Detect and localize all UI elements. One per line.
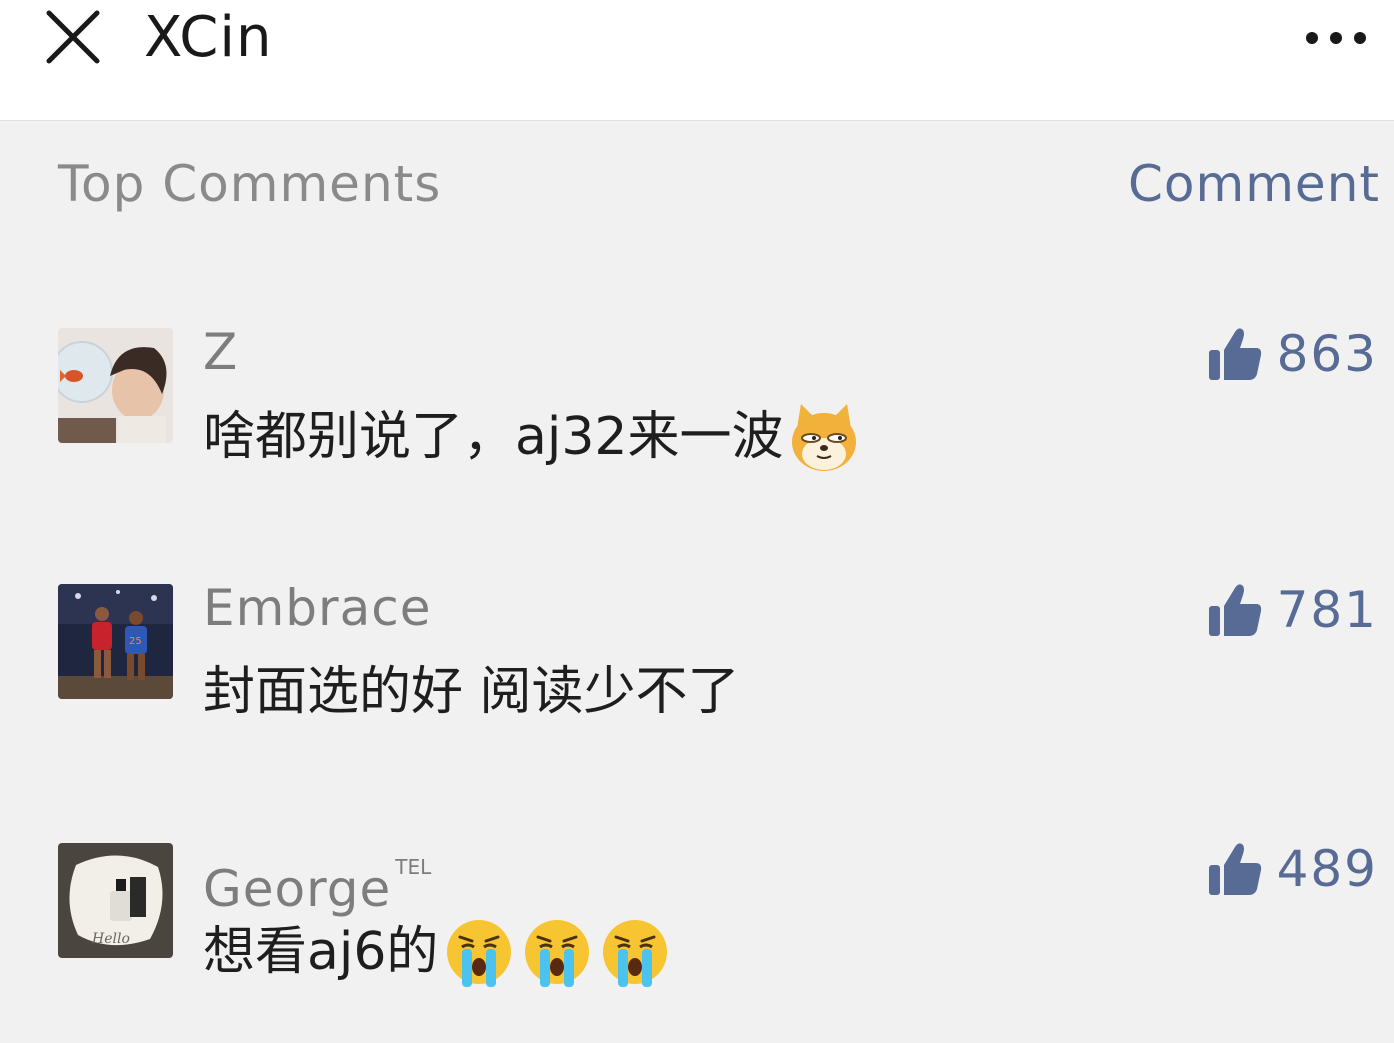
comment-text-body: 封面选的好 阅读少不了 — [203, 662, 740, 722]
nickname-badge: TEL — [395, 855, 432, 879]
avatar[interactable] — [58, 328, 173, 443]
like-button[interactable]: 489 — [1207, 837, 1378, 901]
more-options-button[interactable] — [1296, 18, 1376, 58]
like-count: 489 — [1276, 840, 1378, 898]
write-comment-link[interactable]: Comment — [1128, 152, 1380, 216]
more-dot — [1330, 32, 1342, 44]
doge-emoji — [787, 400, 861, 474]
crying-face-emoji — [520, 915, 594, 989]
comment-author[interactable]: Embrace — [203, 576, 431, 640]
page-title: XCin — [144, 5, 273, 70]
svg-text:Hello: Hello — [91, 931, 130, 947]
avatar[interactable]: 25 — [58, 584, 173, 699]
close-button[interactable] — [40, 4, 106, 70]
comment-item: Hello George TEL 想看aj6的 489 — [0, 840, 1394, 1043]
avatar-hello-album-cover: Hello — [58, 843, 173, 958]
svg-text:25: 25 — [129, 636, 142, 647]
more-dot — [1354, 32, 1366, 44]
top-bar: XCin — [0, 0, 1394, 121]
section-title: Top Comments — [58, 155, 442, 213]
crying-face-emoji — [598, 915, 672, 989]
thumbs-up-icon — [1207, 326, 1263, 382]
comment-author[interactable]: George TEL — [203, 835, 431, 921]
avatar[interactable]: Hello — [58, 843, 173, 958]
comment-item: 25 Embrace 封面选的好 阅读少不了 781 — [0, 579, 1394, 784]
like-button[interactable]: 863 — [1207, 322, 1378, 386]
avatar-basketball-players: 25 — [58, 584, 173, 699]
crying-face-emoji — [442, 915, 516, 989]
like-count: 863 — [1276, 325, 1378, 383]
avatar-boy-with-fishbowl — [58, 328, 173, 443]
comment-author[interactable]: Z — [203, 320, 238, 384]
like-button[interactable]: 781 — [1207, 578, 1378, 642]
nickname-text: George — [203, 860, 392, 918]
close-icon — [46, 10, 100, 64]
more-dots-icon — [1306, 32, 1318, 44]
thumbs-up-icon — [1207, 582, 1263, 638]
comment-text-body: 啥都别说了，aj32来一波 — [203, 407, 784, 467]
comment-text: 封面选的好 阅读少不了 — [203, 656, 740, 728]
nickname-text: Z — [203, 323, 239, 381]
comment-text-body: 想看aj6的 — [203, 922, 439, 982]
thumbs-up-icon — [1207, 841, 1263, 897]
comment-text: 啥都别说了，aj32来一波 — [203, 400, 861, 474]
comment-item: Z 啥都别说了，aj32来一波 863 — [0, 323, 1394, 528]
like-count: 781 — [1276, 581, 1378, 639]
comment-text: 想看aj6的 — [203, 915, 672, 989]
nickname-text: Embrace — [203, 579, 432, 637]
